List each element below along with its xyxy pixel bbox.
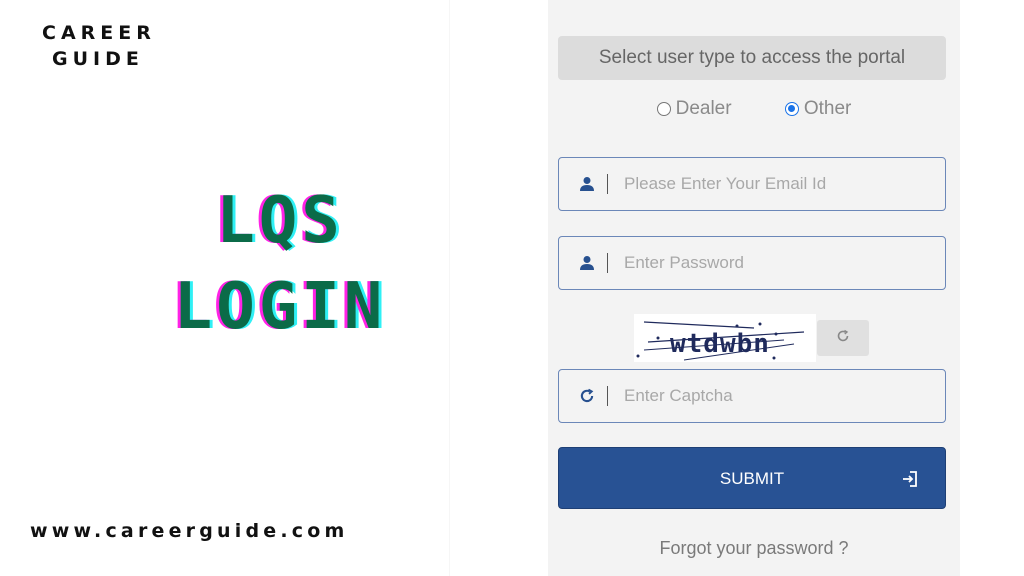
radio-dealer-label: Dealer <box>675 98 732 119</box>
brand-line-1: CAREER <box>42 22 156 44</box>
captcha-input[interactable] <box>624 386 945 406</box>
submit-button[interactable]: SUBMIT <box>558 447 946 509</box>
hero-line-1: LQS <box>216 184 344 258</box>
radio-other-label: Other <box>803 98 852 119</box>
email-field-wrapper <box>558 157 946 211</box>
email-input[interactable] <box>624 174 945 194</box>
captcha-text: wtdwbn <box>670 329 770 359</box>
user-type-banner: Select user type to access the portal <box>558 36 946 80</box>
sign-in-icon <box>901 470 919 493</box>
submit-label: SUBMIT <box>719 469 785 488</box>
password-field-wrapper <box>558 236 946 290</box>
hero-line-2: LOGIN <box>173 270 387 344</box>
brand-logo: CAREER GUIDE <box>42 20 156 72</box>
radio-dealer[interactable]: Dealer <box>656 98 732 120</box>
captcha-refresh-button[interactable] <box>817 320 869 356</box>
user-type-radio-group: Dealer Other <box>548 98 960 122</box>
user-icon <box>567 255 607 271</box>
divider <box>449 0 450 576</box>
user-icon <box>567 176 607 192</box>
hero-title: LQS LOGIN <box>130 178 430 350</box>
password-input[interactable] <box>624 253 945 273</box>
brand-line-2: GUIDE <box>52 48 144 70</box>
field-separator <box>607 253 608 273</box>
radio-dealer-circle[interactable] <box>656 102 671 116</box>
radio-other[interactable]: Other <box>784 98 852 120</box>
captcha-image: wtdwbn <box>634 314 816 362</box>
field-separator <box>607 174 608 194</box>
radio-other-circle[interactable] <box>784 102 799 116</box>
refresh-icon <box>836 329 850 348</box>
field-separator <box>607 386 608 406</box>
forgot-password-link[interactable]: Forgot your password ? <box>548 538 960 559</box>
website-url: www.careerguide.com <box>30 520 349 542</box>
refresh-icon <box>567 388 607 404</box>
login-panel: Select user type to access the portal De… <box>548 0 960 576</box>
captcha-field-wrapper <box>558 369 946 423</box>
